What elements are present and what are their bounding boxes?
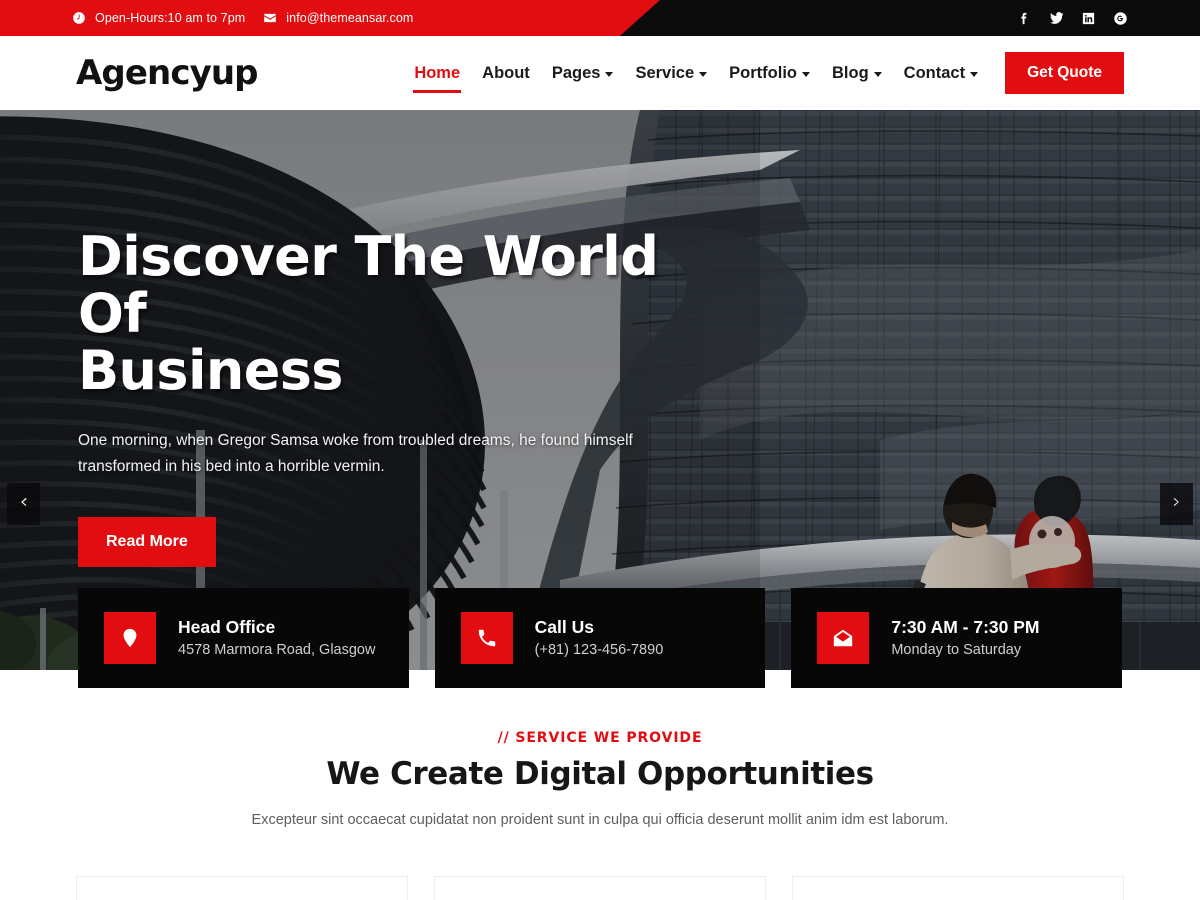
page-root: Open-Hours:10 am to 7pm info@themeansar.…	[0, 0, 1200, 900]
nav-item-label: Home	[414, 63, 461, 82]
hero-title: Discover The World Of Business	[78, 228, 718, 400]
service-cards-row	[0, 876, 1200, 900]
service-section: // SERVICE WE PROVIDE We Create Digital …	[0, 700, 1200, 900]
social-links	[1017, 0, 1128, 36]
brand-logo[interactable]: Agencyup	[76, 56, 258, 90]
info-card-call-us[interactable]: Call Us (+81) 123-456-7890	[434, 588, 766, 688]
info-card-desc: (+81) 123-456-7890	[534, 642, 664, 658]
info-card-text: Head Office 4578 Marmora Road, Glasgow	[178, 616, 376, 658]
info-card-text: Call Us (+81) 123-456-7890	[534, 616, 664, 658]
clock-icon	[72, 11, 86, 25]
email-text: info@themeansar.com	[286, 11, 414, 25]
get-quote-button[interactable]: Get Quote	[1005, 52, 1124, 94]
nav-right-group: Home About Pages Service Portfolio Blog …	[403, 52, 1124, 94]
info-card-head-office[interactable]: Head Office 4578 Marmora Road, Glasgow	[78, 588, 409, 688]
envelope-icon	[263, 11, 277, 25]
info-card-text: 7:30 AM - 7:30 PM Monday to Saturday	[891, 616, 1040, 658]
carousel-prev-button[interactable]	[7, 483, 40, 525]
info-cards-row: Head Office 4578 Marmora Road, Glasgow C…	[78, 588, 1123, 688]
service-kicker: // SERVICE WE PROVIDE	[497, 730, 703, 746]
nav-item-label: Service	[635, 63, 695, 82]
info-card-desc: Monday to Saturday	[891, 642, 1022, 658]
nav-item-contact[interactable]: Contact	[893, 58, 989, 89]
chevron-down-icon	[801, 71, 810, 77]
nav-item-portfolio[interactable]: Portfolio	[718, 58, 821, 89]
nav-item-blog[interactable]: Blog	[821, 58, 893, 89]
chevron-down-icon	[605, 71, 614, 77]
chevron-right-icon	[1171, 495, 1182, 514]
hero-title-line2: Business	[78, 339, 343, 403]
top-info-bar: Open-Hours:10 am to 7pm info@themeansar.…	[0, 0, 1200, 36]
phone-icon	[460, 612, 513, 664]
service-card-1[interactable]	[76, 876, 408, 900]
service-card-2[interactable]	[434, 876, 766, 900]
map-pin-icon	[104, 612, 156, 664]
nav-menu: Home About Pages Service Portfolio Blog …	[403, 58, 989, 93]
envelope-icon	[817, 612, 870, 664]
nav-item-home[interactable]: Home	[403, 58, 471, 93]
chevron-down-icon	[699, 71, 708, 77]
nav-item-about[interactable]: About	[471, 58, 541, 89]
info-card-title: Head Office	[178, 616, 276, 637]
hero-subtitle: One morning, when Gregor Samsa woke from…	[78, 431, 633, 476]
info-card-hours[interactable]: 7:30 AM - 7:30 PM Monday to Saturday	[791, 588, 1123, 688]
main-navbar: Agencyup Home About Pages Service Portfo…	[0, 36, 1200, 110]
info-card-desc: 4578 Marmora Road, Glasgow	[178, 642, 376, 658]
nav-item-label: Contact	[903, 63, 966, 82]
nav-item-label: Portfolio	[729, 63, 797, 82]
chevron-down-icon	[970, 71, 979, 77]
topbar-contact-group: Open-Hours:10 am to 7pm info@themeansar.…	[0, 11, 413, 25]
nav-item-label: Pages	[551, 63, 601, 82]
service-card-3[interactable]	[792, 876, 1124, 900]
nav-item-label: Blog	[831, 63, 869, 82]
open-hours: Open-Hours:10 am to 7pm	[72, 11, 245, 25]
read-more-button[interactable]: Read More	[78, 517, 216, 568]
googleplus-icon[interactable]	[1113, 11, 1128, 26]
facebook-icon[interactable]	[1017, 11, 1032, 26]
hero-carousel: Discover The World Of Business One morni…	[0, 110, 1200, 670]
open-hours-text: Open-Hours:10 am to 7pm	[95, 11, 246, 25]
nav-item-label: About	[482, 63, 530, 82]
service-description: Excepteur sint occaecat cupidatat non pr…	[251, 812, 949, 828]
twitter-icon[interactable]	[1049, 11, 1064, 26]
chevron-left-icon	[18, 495, 29, 514]
info-card-title: Call Us	[534, 616, 594, 637]
nav-item-service[interactable]: Service	[624, 58, 718, 89]
email-link[interactable]: info@themeansar.com	[263, 11, 413, 25]
hero-title-line1: Discover The World Of	[78, 225, 659, 346]
carousel-next-button[interactable]	[1160, 483, 1193, 525]
hero-content: Discover The World Of Business One morni…	[78, 228, 718, 568]
info-card-title: 7:30 AM - 7:30 PM	[891, 616, 1040, 637]
nav-item-pages[interactable]: Pages	[541, 58, 625, 89]
service-title: We Create Digital Opportunities	[326, 756, 874, 792]
linkedin-icon[interactable]	[1081, 11, 1096, 26]
chevron-down-icon	[873, 71, 882, 77]
